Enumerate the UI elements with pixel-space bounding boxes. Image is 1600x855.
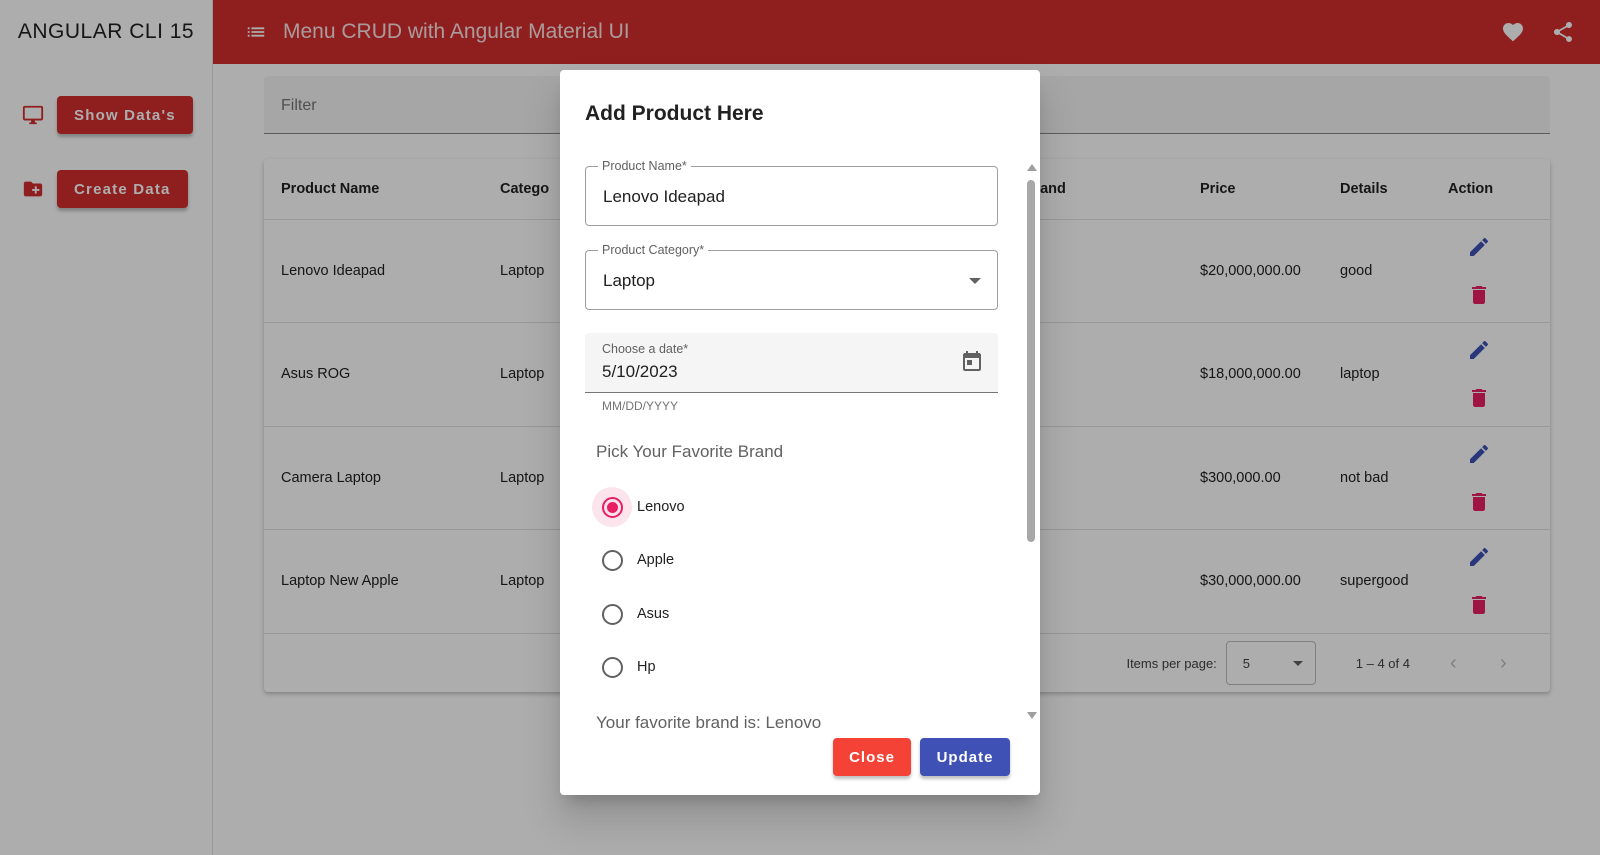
chevron-down-icon [969, 278, 981, 284]
radio-apple[interactable]: Apple [592, 540, 674, 580]
radio-label: Hp [637, 659, 656, 675]
radio-button[interactable] [592, 594, 632, 634]
radio-asus[interactable]: Asus [592, 594, 669, 634]
radio-button[interactable] [592, 487, 632, 527]
radio-button[interactable] [592, 647, 632, 687]
brand-group-label: Pick Your Favorite Brand [596, 442, 784, 461]
scroll-up-arrow-icon[interactable] [1027, 164, 1037, 171]
product-category-value: Laptop [603, 271, 655, 290]
product-name-field[interactable]: Product Name* Lenovo Ideapad [585, 159, 998, 226]
calendar-icon[interactable] [960, 350, 984, 374]
favorite-brand-text: Your favorite brand is: Lenovo [596, 713, 822, 732]
add-product-dialog: Add Product Here Product Name* Lenovo Id… [560, 70, 1040, 795]
radio-hp[interactable]: Hp [592, 647, 656, 687]
radio-label: Asus [637, 606, 670, 622]
radio-lenovo[interactable]: Lenovo [592, 487, 685, 527]
radio-label: Apple [637, 552, 675, 568]
radio-label: Lenovo [637, 499, 685, 515]
product-category-select[interactable]: Product Category* Laptop [585, 243, 998, 310]
dialog-title: Add Product Here [585, 102, 764, 125]
date-field[interactable]: Choose a date* 5/10/2023 [585, 333, 998, 393]
product-category-label: Product Category* [598, 243, 709, 257]
product-name-value: Lenovo Ideapad [603, 187, 725, 206]
close-button[interactable]: Close [833, 738, 911, 776]
scroll-down-arrow-icon[interactable] [1027, 712, 1037, 719]
radio-button[interactable] [592, 540, 632, 580]
scroll-thumb[interactable] [1027, 180, 1035, 542]
date-value: 5/10/2023 [602, 362, 678, 381]
product-name-label: Product Name* [598, 159, 691, 173]
date-hint: MM/DD/YYYY [602, 399, 679, 413]
dialog-scrollbar[interactable] [1025, 164, 1037, 724]
update-button[interactable]: Update [920, 738, 1010, 776]
date-label: Choose a date* [602, 342, 689, 356]
